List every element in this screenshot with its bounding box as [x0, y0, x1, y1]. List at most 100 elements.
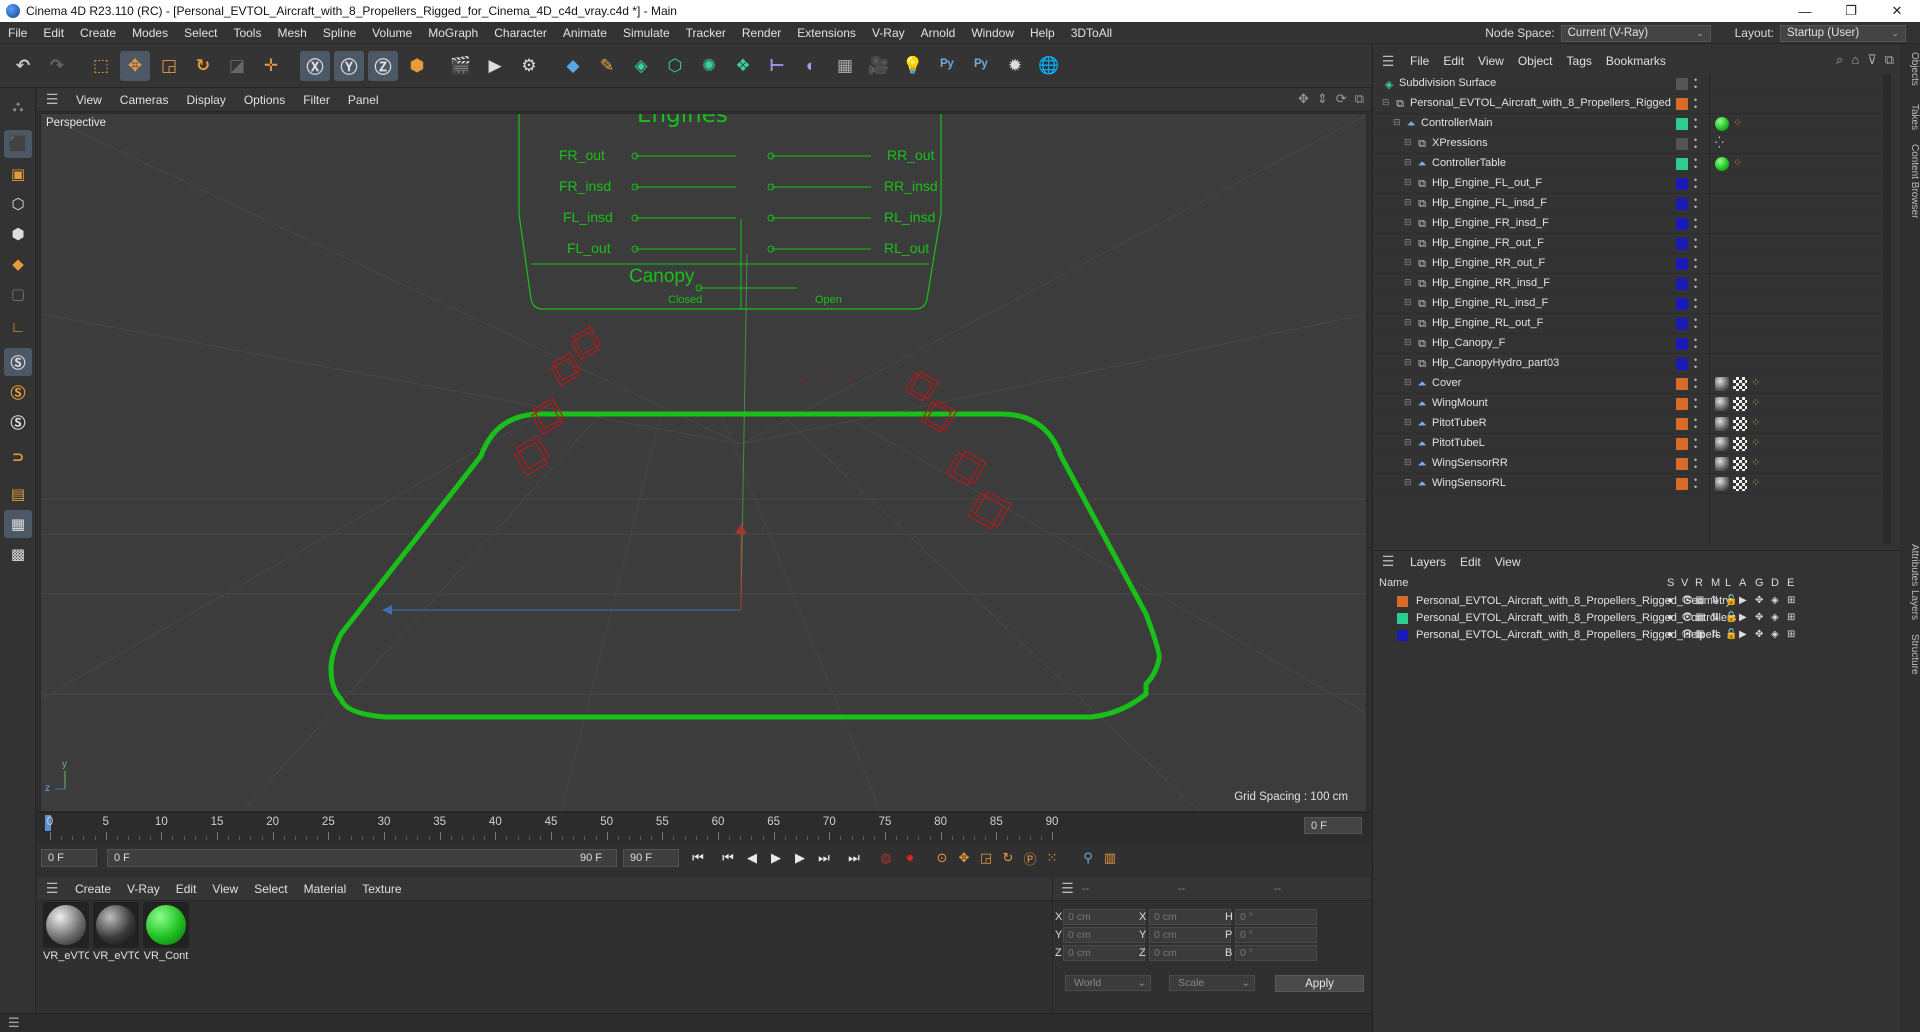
- tree-expand-icon[interactable]: ⊟: [1404, 337, 1412, 348]
- hamburger-icon[interactable]: ☰: [37, 91, 67, 108]
- layer-toggle-icon[interactable]: ⊞: [1787, 612, 1795, 623]
- menu-file[interactable]: File: [0, 26, 35, 40]
- constraint-tag-icon[interactable]: ⁘: [1733, 117, 1747, 131]
- tree-expand-icon[interactable]: ⊟: [1404, 297, 1412, 308]
- object-name[interactable]: Hlp_Engine_FL_insd_F: [1432, 197, 1547, 209]
- object-name[interactable]: ControllerMain: [1421, 117, 1493, 129]
- apply-button[interactable]: Apply: [1275, 975, 1364, 992]
- coord-value-field[interactable]: 0 cm: [1149, 927, 1231, 943]
- layer-color-swatch[interactable]: [1676, 138, 1688, 150]
- hamburger-icon[interactable]: ☰: [1373, 553, 1403, 570]
- layer-toggle-icon[interactable]: 🔓: [1725, 612, 1737, 623]
- snap-settings-icon[interactable]: Ⓢ: [4, 378, 32, 406]
- extrude-icon[interactable]: ⬡: [660, 51, 690, 81]
- axis-tool-icon[interactable]: ✛: [256, 51, 286, 81]
- close-button[interactable]: ✕: [1874, 0, 1920, 22]
- layer-menu-edit[interactable]: Edit: [1453, 555, 1488, 569]
- menu-arnold[interactable]: Arnold: [913, 26, 964, 40]
- material-menu-material[interactable]: Material: [296, 882, 355, 896]
- menu-select[interactable]: Select: [176, 26, 225, 40]
- layer-row[interactable]: Personal_EVTOL_Aircraft_with_8_Propeller…: [1377, 611, 1887, 627]
- layer-toggle-icon[interactable]: 👁: [1681, 612, 1694, 623]
- light-icon[interactable]: 💡: [898, 51, 928, 81]
- tree-expand-icon[interactable]: ⊟: [1404, 237, 1412, 248]
- tree-expand-icon[interactable]: ⊟: [1404, 357, 1412, 368]
- object-row[interactable]: ⊟ ⏶ WingSensorRR • • ⁘: [1375, 454, 1881, 474]
- record-keys-icon[interactable]: ◍: [875, 848, 897, 868]
- go-to-start-icon[interactable]: ⏮: [687, 848, 709, 868]
- maximize-button[interactable]: ❐: [1828, 0, 1874, 22]
- menu-modes[interactable]: Modes: [124, 26, 176, 40]
- layer-row[interactable]: Personal_EVTOL_Aircraft_with_8_Propeller…: [1377, 628, 1887, 644]
- object-name[interactable]: Hlp_CanopyHydro_part03: [1432, 357, 1559, 369]
- menu-tools[interactable]: Tools: [225, 26, 269, 40]
- object-name[interactable]: Hlp_Engine_RR_out_F: [1432, 257, 1545, 269]
- constraint-tag-icon[interactable]: ⁘: [1751, 457, 1765, 471]
- layer-toggle-icon[interactable]: ▶: [1739, 612, 1747, 623]
- object-name[interactable]: PitotTubeR: [1432, 417, 1487, 429]
- layer-toggle-icon[interactable]: ▦: [1695, 629, 1704, 640]
- layout-dropdown[interactable]: Startup (User) ⌄: [1780, 24, 1906, 42]
- object-row[interactable]: ⊟ ⏶ WingSensorRL • • ⁘: [1375, 474, 1881, 494]
- layer-color-swatch[interactable]: [1676, 458, 1688, 470]
- menu-window[interactable]: Window: [963, 26, 1022, 40]
- material-swatch[interactable]: VR_eVTO: [43, 902, 89, 962]
- layer-color-swatch[interactable]: [1676, 478, 1688, 490]
- magnet-icon[interactable]: ⊃: [4, 443, 32, 471]
- menu-edit[interactable]: Edit: [35, 26, 72, 40]
- start-frame-field[interactable]: 0 F: [41, 849, 97, 867]
- uvw-tag-icon[interactable]: [1733, 417, 1747, 431]
- layer-color-swatch[interactable]: [1676, 98, 1688, 110]
- tree-expand-icon[interactable]: ⊟: [1404, 477, 1412, 488]
- material-tag-icon[interactable]: [1715, 457, 1729, 471]
- render-region-icon[interactable]: 🎬: [446, 51, 476, 81]
- layer-color-swatch[interactable]: [1676, 278, 1688, 290]
- move-view-icon[interactable]: ⇕: [1317, 91, 1328, 107]
- object-row[interactable]: ⊟ ⧉ Hlp_Engine_FR_insd_F • •: [1375, 214, 1881, 234]
- tree-expand-icon[interactable]: ⊟: [1404, 417, 1412, 428]
- scheme-icon[interactable]: ⚲: [1077, 848, 1099, 868]
- object-row[interactable]: ⊟ ⧉ XPressions • • ⁛: [1375, 134, 1881, 154]
- key-position-icon[interactable]: ✥: [953, 848, 975, 868]
- current-frame-field[interactable]: 0 F: [1304, 817, 1362, 834]
- layer-color-swatch[interactable]: [1397, 613, 1408, 624]
- object-row[interactable]: ⊟ ⧉ Hlp_Engine_RL_insd_F • •: [1375, 294, 1881, 314]
- viewport-menu-filter[interactable]: Filter: [294, 93, 339, 107]
- layer-toggle-icon[interactable]: ◈: [1771, 629, 1779, 640]
- material-menu-texture[interactable]: Texture: [354, 882, 409, 896]
- object-list[interactable]: ◈ Subdivision Surface • • ⊟ ⧉ Personal_EVTOL_A…: [1375, 74, 1881, 544]
- key-param-icon[interactable]: Ⓟ: [1019, 848, 1041, 868]
- texture-mode-icon[interactable]: ▣: [4, 160, 32, 188]
- layer-toggle-icon[interactable]: ▦: [1695, 595, 1704, 606]
- coord-value-field[interactable]: 0 °: [1235, 945, 1317, 961]
- y-axis-lock-icon[interactable]: Ⓨ: [334, 50, 364, 81]
- menu-3dtoall[interactable]: 3DToAll: [1063, 26, 1120, 40]
- layer-color-swatch[interactable]: [1676, 118, 1688, 130]
- side-tab-takes[interactable]: Takes: [1904, 104, 1920, 130]
- end-frame-field[interactable]: 90 F: [623, 849, 679, 867]
- visibility-dots-icon[interactable]: • •: [1694, 256, 1698, 272]
- object-name[interactable]: Subdivision Surface: [1399, 77, 1496, 89]
- object-name[interactable]: Hlp_Engine_RL_out_F: [1432, 317, 1543, 329]
- tree-expand-icon[interactable]: ⊟: [1404, 257, 1412, 268]
- material-tag-icon[interactable]: [1715, 377, 1729, 391]
- material-swatch[interactable]: VR_Cont: [143, 902, 189, 962]
- layer-menu-view[interactable]: View: [1488, 555, 1528, 569]
- hamburger-icon[interactable]: ☰: [37, 880, 67, 897]
- cube-primitive-icon[interactable]: ◆: [558, 51, 588, 81]
- material-tag-icon[interactable]: [1715, 437, 1729, 451]
- snap-icon[interactable]: Ⓢ: [4, 348, 32, 376]
- hamburger-icon[interactable]: ☰: [8, 1015, 20, 1031]
- layer-color-swatch[interactable]: [1397, 630, 1408, 641]
- menu-simulate[interactable]: Simulate: [615, 26, 678, 40]
- layer-toggle-icon[interactable]: ✥: [1755, 612, 1763, 623]
- layer-color-swatch[interactable]: [1676, 378, 1688, 390]
- object-row[interactable]: ◈ Subdivision Surface • •: [1375, 74, 1881, 94]
- layer-toggle-icon[interactable]: ▶: [1739, 595, 1747, 606]
- tree-expand-icon[interactable]: ⊟: [1404, 397, 1412, 408]
- menu-spline[interactable]: Spline: [315, 26, 364, 40]
- visibility-dots-icon[interactable]: • •: [1694, 316, 1698, 332]
- menu-extensions[interactable]: Extensions: [789, 26, 864, 40]
- python-icon[interactable]: ᴾʸ: [932, 51, 962, 81]
- render-settings-icon[interactable]: ⚙: [514, 51, 544, 81]
